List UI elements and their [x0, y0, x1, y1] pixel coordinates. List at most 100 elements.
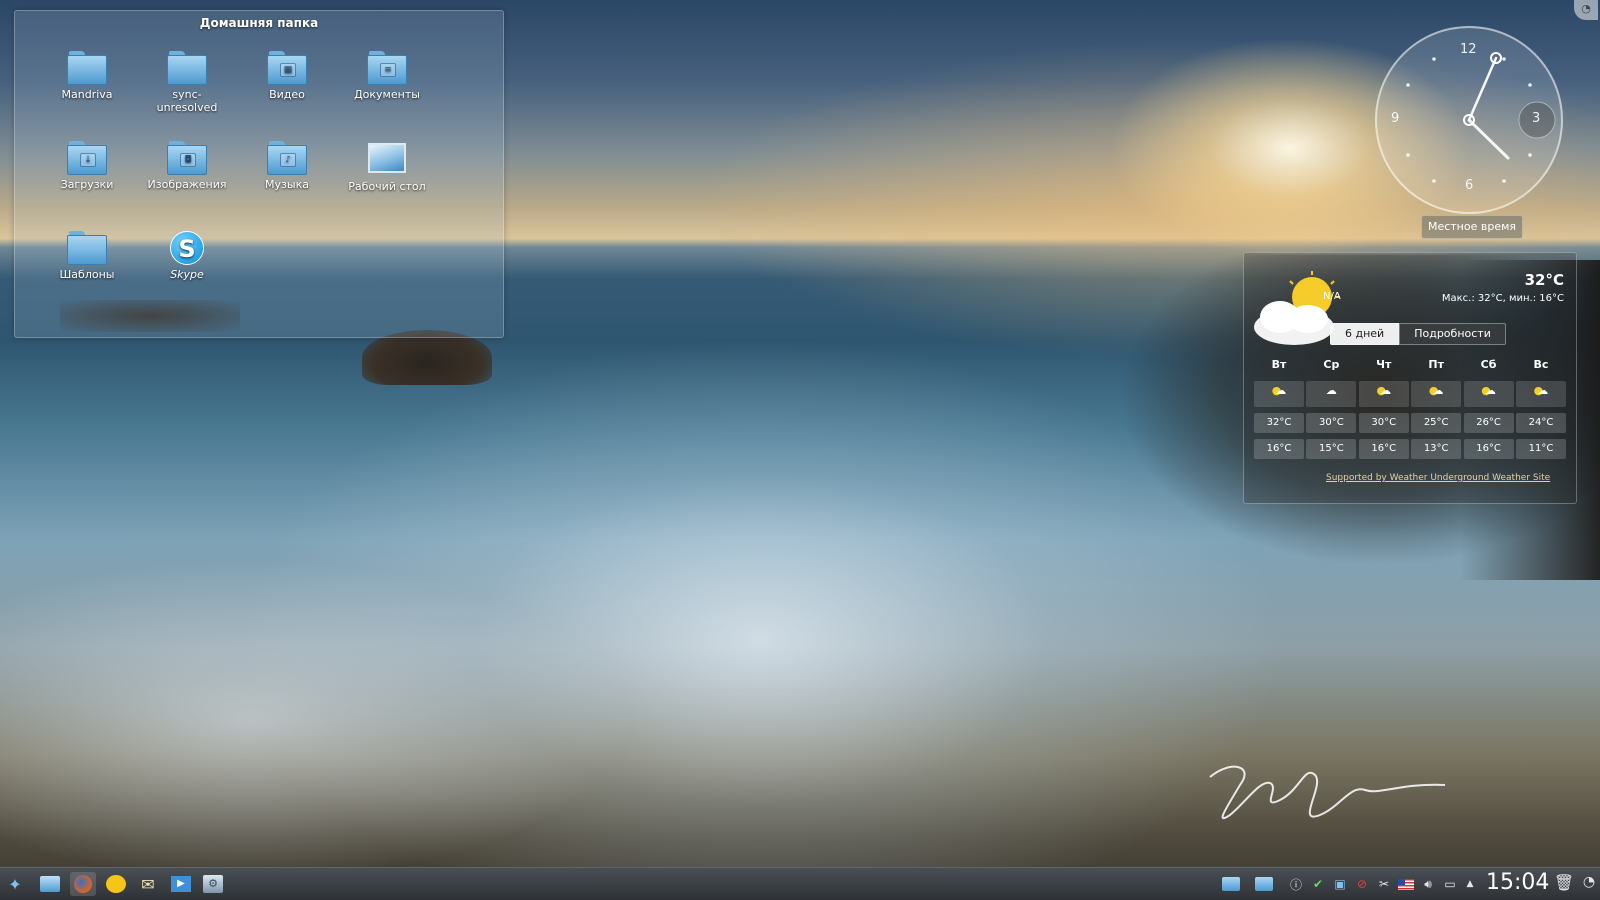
folder-pictures-icon: ◘: [167, 141, 207, 175]
folder-icon: [67, 51, 107, 85]
file-manager-icon: [40, 876, 60, 892]
forecast-day: Вс: [1533, 358, 1549, 371]
desktop: Домашняя папка Mandriva sync- unresolved…: [0, 0, 1600, 900]
weather-min-max: Макс.: 32°C, мин.: 16°C: [1441, 293, 1564, 304]
weather-current-temp: 32°C: [1524, 271, 1564, 289]
forecast-day: Пт: [1428, 358, 1444, 371]
media-player-icon: ▶: [171, 876, 191, 892]
desktop-item-sync-unresolved[interactable]: sync- unresolved: [137, 51, 237, 114]
tab-details[interactable]: Подробности: [1399, 323, 1506, 345]
desktop-item-label: Музыка: [265, 178, 309, 191]
chat-launcher[interactable]: [103, 872, 129, 896]
desktop-item-label: Видео: [269, 88, 305, 101]
weather-widget[interactable]: N/A 32°C Макс.: 32°C, мин.: 16°C 6 дней …: [1243, 252, 1577, 504]
forecast-high: 25°C: [1411, 413, 1462, 433]
forecast-high: 32°C: [1254, 413, 1304, 433]
taskbar: ✦ ✉ ▶ ⚙ ⓘ ✔ ▣ ⊘ ✂ 🔊︎ ▭ ▲ 15:04 🗑︎ ◔: [0, 867, 1600, 900]
desktop-item-label: Skype: [170, 268, 204, 281]
expand-arrow-icon[interactable]: ▲: [1461, 875, 1479, 893]
weather-na-badge: N/A: [1323, 291, 1341, 302]
analog-clock-widget[interactable]: 12 3 6 9: [1375, 26, 1563, 214]
partly-cloudy-icon: ●☁: [1463, 381, 1514, 407]
check-icon[interactable]: ✔: [1309, 875, 1327, 893]
folder-templates-icon: [67, 231, 107, 265]
desktop-item-downloads[interactable]: ↓ Загрузки: [37, 141, 137, 191]
us-flag-icon[interactable]: [1397, 875, 1415, 893]
clock-timezone-label[interactable]: Местное время: [1421, 215, 1523, 239]
desktop-item-templates[interactable]: Шаблоны: [37, 231, 137, 281]
cloudy-icon: ☁: [1306, 381, 1357, 407]
desktop-item-label: Загрузки: [60, 178, 114, 191]
network-icon[interactable]: ▣: [1331, 875, 1349, 893]
folder-music-icon: ♪: [267, 141, 307, 175]
forecast-low: 13°C: [1411, 439, 1462, 459]
desktop-item-label: Рабочий стол: [348, 180, 426, 193]
kickoff-menu-button[interactable]: ✦: [2, 872, 28, 896]
partly-cloudy-icon: ●☁: [1254, 381, 1304, 407]
desktop-item-videos[interactable]: ▦ Видео: [237, 51, 337, 101]
forecast-day: Вт: [1271, 358, 1287, 371]
desktop-item-music[interactable]: ♪ Музыка: [237, 141, 337, 191]
desktop-item-skype[interactable]: S Skype: [137, 231, 237, 281]
panel-toolbox-icon[interactable]: ◔: [1580, 873, 1598, 891]
clock-number-12: 12: [1460, 42, 1477, 57]
folder-icon[interactable]: [1255, 875, 1273, 893]
partly-cloudy-icon: ●☁: [1515, 381, 1566, 407]
clock-number-3: 3: [1532, 111, 1541, 126]
firefox-launcher[interactable]: [70, 872, 96, 896]
desktop-item-label: Mandriva: [61, 88, 113, 101]
trash-icon[interactable]: 🗑︎: [1554, 873, 1574, 892]
forecast-low: 11°C: [1515, 439, 1566, 459]
kickoff-menu-icon: ✦: [8, 874, 22, 894]
desktop-item-label: Изображения: [147, 178, 227, 191]
desktop-item-pictures[interactable]: ◘ Изображения: [137, 141, 237, 191]
forecast-high: 30°C: [1306, 413, 1357, 433]
folder-icon[interactable]: [1222, 875, 1240, 893]
monitor-icon[interactable]: ▭: [1441, 875, 1459, 893]
desktop-item-label: sync- unresolved: [156, 88, 218, 114]
clock-number-6: 6: [1465, 178, 1474, 193]
forecast-day: Сб: [1480, 358, 1497, 371]
skype-icon: S: [170, 231, 204, 265]
forecast-high: 26°C: [1463, 413, 1514, 433]
forecast-day: Ср: [1323, 358, 1340, 371]
weather-forecast-grid: Вт Ср Чт Пт Сб Вс ●☁ ☁ ●☁ ●☁ ●☁ ●☁ 32°C …: [1254, 355, 1566, 465]
forecast-high: 24°C: [1515, 413, 1566, 433]
forecast-low: 16°C: [1358, 439, 1409, 459]
firefox-icon: [74, 875, 92, 893]
folder-videos-icon: ▦: [267, 51, 307, 85]
desktop-item-label: Шаблоны: [59, 268, 115, 281]
mail-icon: ✉: [141, 874, 155, 894]
forecast-low: 15°C: [1306, 439, 1357, 459]
weather-tabs: 6 дней Подробности: [1330, 323, 1506, 345]
forecast-low: 16°C: [1463, 439, 1514, 459]
folder-view-title: Домашняя папка: [199, 16, 319, 30]
volume-icon[interactable]: 🔊︎: [1419, 875, 1437, 893]
desktop-toolbox-button[interactable]: ◔: [1574, 0, 1598, 20]
folder-downloads-icon: ↓: [67, 141, 107, 175]
tab-6-days[interactable]: 6 дней: [1330, 323, 1400, 345]
clock-number-9: 9: [1391, 111, 1400, 126]
scissors-icon[interactable]: ✂: [1375, 875, 1393, 893]
desktop-item-desktop[interactable]: Рабочий стол: [337, 141, 437, 193]
mail-launcher[interactable]: ✉: [135, 872, 161, 896]
update-icon[interactable]: ⊘: [1353, 875, 1371, 893]
wallpaper-rock: [362, 330, 492, 385]
desktop-item-documents[interactable]: ≡ Документы: [337, 51, 437, 101]
desktop-item-mandriva[interactable]: Mandriva: [37, 51, 137, 101]
forecast-high: 30°C: [1358, 413, 1409, 433]
chat-icon: [106, 875, 126, 893]
info-icon[interactable]: ⓘ: [1287, 875, 1305, 893]
media-player-launcher[interactable]: ▶: [168, 872, 194, 896]
taskbar-clock[interactable]: 15:04: [1486, 870, 1549, 895]
partly-cloudy-icon: ●☁: [1358, 381, 1409, 407]
desktop-folder-icon: [368, 143, 406, 173]
cashew-icon: ◔: [1581, 2, 1591, 15]
file-manager-launcher[interactable]: [37, 872, 63, 896]
partly-cloudy-icon: ●☁: [1411, 381, 1462, 407]
system-settings-launcher[interactable]: ⚙: [200, 872, 226, 896]
folder-documents-icon: ≡: [367, 51, 407, 85]
weather-credit-link[interactable]: Supported by Weather Underground Weather…: [1326, 473, 1566, 483]
desktop-item-label: Документы: [354, 88, 420, 101]
folder-view-widget[interactable]: Домашняя папка Mandriva sync- unresolved…: [14, 10, 504, 338]
